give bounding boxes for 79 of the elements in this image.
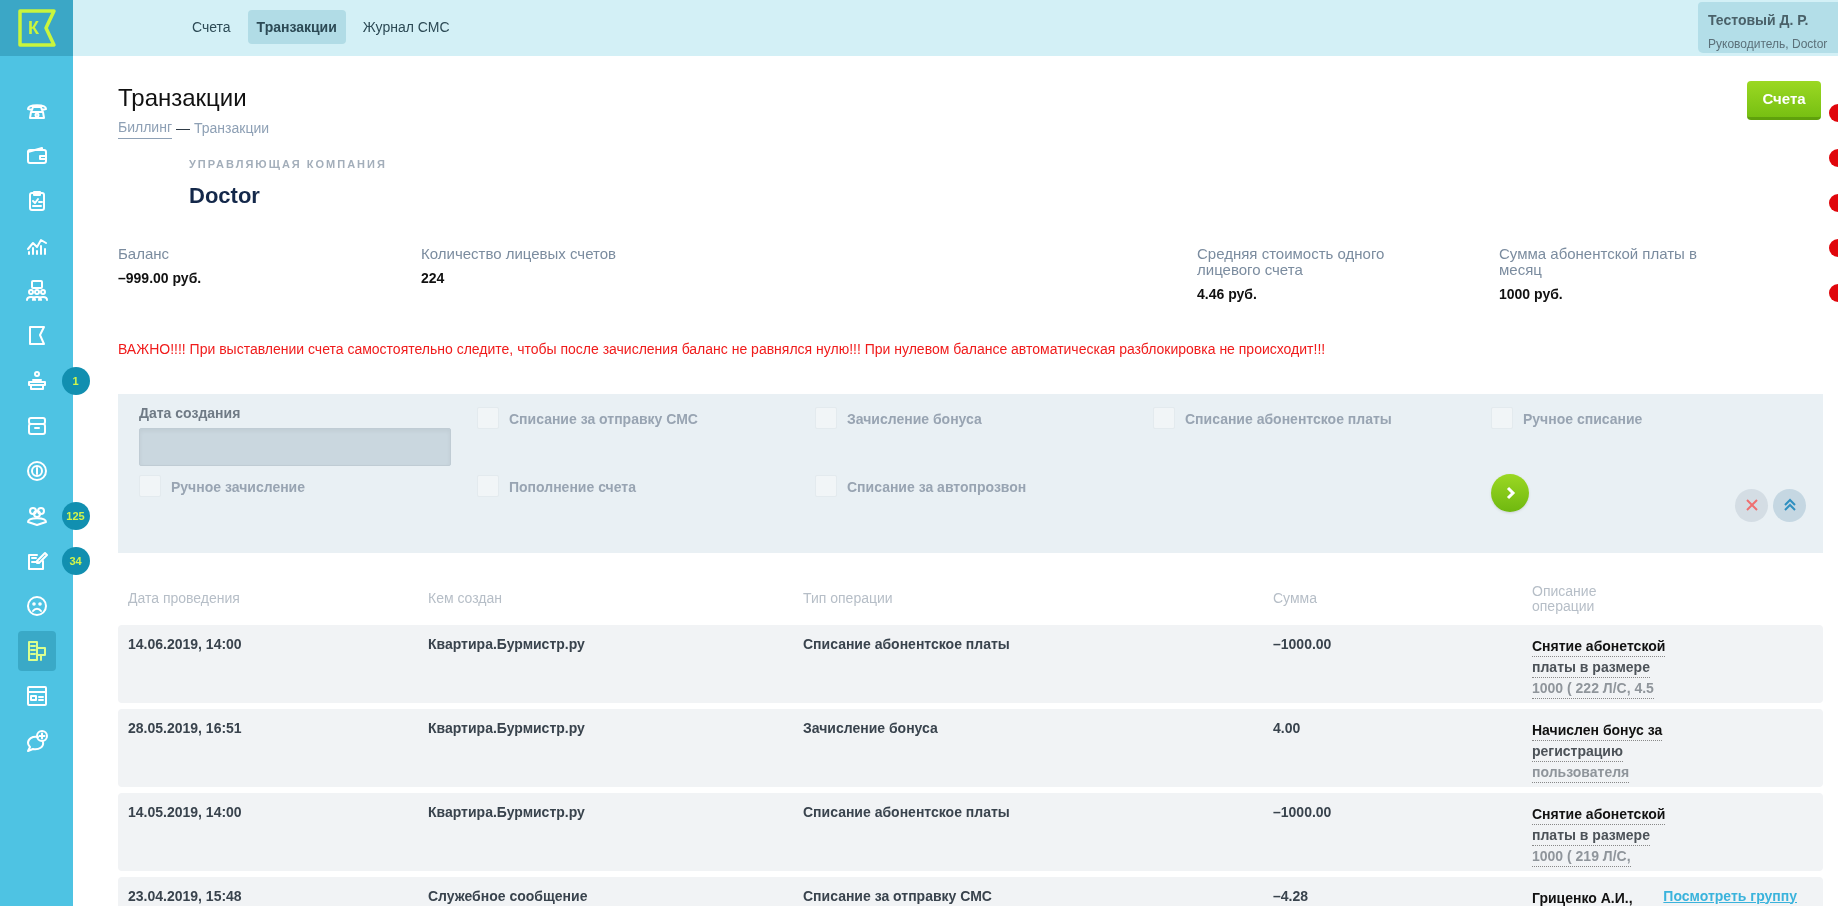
- breadcrumb-separator: —: [176, 118, 190, 138]
- column-header: Описание операции: [1532, 583, 1598, 614]
- count-badge: 34: [61, 547, 90, 575]
- stat-label: Сумма абонентской платы в месяц: [1499, 245, 1698, 278]
- column-header: Кем создан: [428, 591, 504, 606]
- sad-face-icon: [24, 594, 49, 618]
- table-cell-text: Квартира.Бурмистр.ру: [428, 635, 586, 654]
- checkbox-option[interactable]: Пополнение счета: [477, 470, 815, 531]
- company-label: УПРАВЛЯЮЩАЯ КОМПАНИЯ: [189, 157, 388, 172]
- stat-value: 1000 руб.: [1499, 284, 1564, 304]
- chat-plus-icon: [24, 729, 49, 753]
- table-cell-text: Квартира.Бурмистр.ру: [428, 803, 586, 822]
- table-cell-text: Квартира.Бурмистр.ру: [428, 719, 586, 738]
- double-chevron-up-icon: [1782, 498, 1797, 512]
- table-cell-text: Списание за отправку СМС: [803, 887, 993, 906]
- count-badge: 1: [61, 367, 90, 395]
- table-cell-text: Списание абонентское платы: [803, 635, 1011, 654]
- description-line: платы в размере: [1532, 824, 1650, 846]
- coin-icon: [24, 459, 49, 483]
- company-name: Doctor: [189, 181, 261, 210]
- table-cell-text: Списание абонентское платы: [803, 803, 1011, 822]
- group-icon: [24, 504, 49, 528]
- stat-label: Количество лицевых счетов: [421, 245, 618, 262]
- nav-tab[interactable]: Счета: [183, 10, 240, 44]
- description-line: Снятие абонетской: [1532, 635, 1666, 657]
- logo[interactable]: К: [16, 8, 57, 48]
- description-line: пользователя: [1532, 761, 1630, 783]
- user-name: Тестовый Д. Р.: [1708, 11, 1810, 30]
- table-cell-text: Служебное сообщение: [428, 887, 589, 906]
- sidebar-item[interactable]: [17, 631, 56, 671]
- field-label: Дата создания: [139, 403, 242, 423]
- checkbox-option[interactable]: Зачисление бонуса: [815, 402, 1153, 471]
- warning-message: ВАЖНО!!!! При выставлении счета самостоятельно следите, чтобы после зачисления баланс не равнялся нулю!!! При нулевом балансе автоматическая разблокировка не происходит!!!: [118, 339, 1327, 359]
- stat-value: –999.00 руб.: [118, 268, 203, 288]
- table-cell-text: 14.05.2019, 14:00: [128, 803, 243, 822]
- checkbox-option[interactable]: Ручное зачисление: [139, 470, 477, 531]
- apply-button[interactable]: [1491, 473, 1529, 512]
- description-line: 1000 ( 219 Л/С,: [1532, 845, 1631, 867]
- stat-value: 224: [421, 268, 446, 288]
- column-header: Тип операции: [803, 591, 894, 606]
- table-cell-text: –1000.00: [1273, 635, 1333, 654]
- count-badge: 125: [61, 502, 90, 530]
- table-cell-text: –1000.00: [1273, 803, 1333, 822]
- collapse-button[interactable]: [1773, 488, 1806, 522]
- table-cell-text: 14.06.2019, 14:00: [128, 635, 243, 654]
- column-header: Сумма: [1273, 591, 1318, 606]
- page-title: Транзакции: [118, 83, 248, 113]
- people-icon: [24, 279, 49, 303]
- breadcrumb-link[interactable]: Биллинг: [118, 117, 172, 139]
- close-icon: [1744, 498, 1759, 512]
- window-icon: [24, 684, 49, 708]
- description-line: Снятие абонетской: [1532, 803, 1666, 825]
- user-role: Руководитель, Doctor: [1708, 36, 1829, 53]
- stat-label: Средняя стоимость одного лицевого счета: [1197, 245, 1386, 278]
- breadcrumb-current: Транзакции: [194, 118, 270, 138]
- description-line: регистрацию: [1532, 740, 1623, 762]
- description-line: платы в размере: [1532, 656, 1650, 678]
- checkbox-option[interactable]: Списание за отправку СМС: [477, 402, 815, 471]
- table-cell-text: –4.28: [1273, 887, 1310, 906]
- user-card[interactable]: Тестовый Д. Р. Руководитель, Doctor: [1698, 2, 1838, 53]
- nav-tab[interactable]: Транзакции: [247, 10, 346, 44]
- table-cell-text: 4.00: [1273, 719, 1302, 738]
- checkbox-option[interactable]: Списание за автопрозвон: [815, 470, 1153, 531]
- table-cell-text: 28.05.2019, 16:51: [128, 719, 243, 738]
- nav-tab[interactable]: Журнал СМС: [353, 10, 459, 44]
- table-cell-text: Зачисление бонуса: [803, 719, 939, 738]
- checkbox-option[interactable]: Ручное списание: [1491, 402, 1829, 471]
- date-field[interactable]: [139, 427, 451, 466]
- stat-value: 4.46 руб.: [1197, 284, 1258, 304]
- view-group-link[interactable]: Посмотреть группу: [1663, 887, 1797, 906]
- description-line: Начислен бонус за: [1532, 719, 1663, 741]
- description-line: 1000 ( 222 Л/С, 4.5: [1532, 677, 1654, 699]
- stat-label: Баланс: [118, 245, 171, 262]
- column-header: Дата проведения: [128, 591, 241, 606]
- accounts-button[interactable]: Счета: [1747, 81, 1821, 120]
- table-cell-text: 23.04.2019, 15:48: [128, 887, 243, 906]
- checkbox-option[interactable]: Списание абонентское платы: [1153, 402, 1491, 471]
- clear-button[interactable]: [1735, 488, 1768, 522]
- description-line: Гриценко А.И.,: [1532, 887, 1633, 906]
